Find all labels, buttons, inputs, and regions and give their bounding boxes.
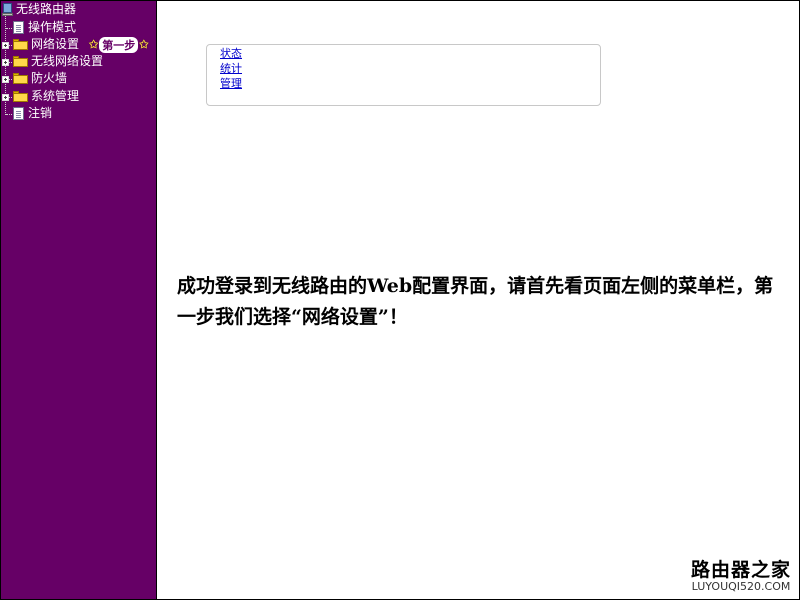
top-link-panel: 状态 统计 管理: [206, 44, 601, 106]
tree-root[interactable]: 无线路由器: [2, 1, 76, 18]
instruction-caption: 成功登录到无线路由的Web配置界面，请首先看页面左侧的菜单栏，第一步我们选择“网…: [177, 275, 774, 328]
watermark-url: LUYOUQI520.COM: [691, 580, 791, 593]
sidebar-item-label: 网络设置: [31, 37, 80, 51]
sidebar-item-logout[interactable]: 注销: [13, 105, 52, 122]
folder-icon: [13, 73, 28, 84]
sidebar-item-label: 操作模式: [28, 20, 77, 34]
sidebar-item-system-management[interactable]: 系统管理: [13, 88, 79, 105]
tree-branch-line: [9, 45, 12, 46]
folder-icon: [13, 91, 28, 102]
star-icon: ✩: [89, 38, 99, 51]
tree-branch-line: [9, 62, 12, 63]
step-one-label: 第一步: [99, 36, 139, 53]
screenshot-frame: 无线路由器 操作模式 网络设置 ✩ 第一步 ✩ 无线网络设置 防火墙 系统管理 …: [0, 0, 800, 600]
star-icon: ✩: [139, 38, 149, 51]
folder-icon: [13, 56, 28, 67]
page-icon: [13, 107, 24, 120]
router-computer-icon: [2, 2, 13, 17]
management-link[interactable]: 管理: [220, 76, 242, 91]
page-icon: [13, 21, 24, 34]
expand-icon[interactable]: [2, 42, 9, 49]
expand-icon[interactable]: [2, 94, 9, 101]
tree-branch-line: [6, 114, 12, 115]
tree-root-label: 无线路由器: [16, 2, 77, 16]
link-list: 状态 统计 管理: [220, 46, 242, 91]
expand-icon[interactable]: [2, 59, 9, 66]
tree-branch-line: [9, 79, 12, 80]
expand-icon[interactable]: [2, 76, 9, 83]
sidebar-item-firewall[interactable]: 防火墙: [13, 70, 67, 87]
watermark-title: 路由器之家: [691, 559, 792, 581]
sidebar-item-network-settings[interactable]: 网络设置: [13, 36, 79, 53]
tree-branch-line: [9, 97, 12, 98]
sidebar-item-operation-mode[interactable]: 操作模式: [13, 19, 76, 36]
sidebar-item-label: 注销: [28, 106, 53, 120]
sidebar-item-label: 防火墙: [31, 71, 68, 85]
site-watermark: 路由器之家 LUYOUQI520.COM: [691, 559, 791, 593]
step-one-annotation: ✩ 第一步 ✩: [89, 36, 149, 53]
sidebar-item-label: 无线网络设置: [31, 54, 104, 68]
statistics-link[interactable]: 统计: [220, 61, 242, 76]
sidebar-tree: 无线路由器 操作模式 网络设置 ✩ 第一步 ✩ 无线网络设置 防火墙 系统管理 …: [1, 1, 157, 599]
tree-branch-line: [6, 28, 12, 29]
sidebar-item-wireless-settings[interactable]: 无线网络设置: [13, 53, 103, 70]
status-link[interactable]: 状态: [220, 46, 242, 61]
sidebar-item-label: 系统管理: [31, 89, 80, 103]
folder-icon: [13, 39, 28, 50]
